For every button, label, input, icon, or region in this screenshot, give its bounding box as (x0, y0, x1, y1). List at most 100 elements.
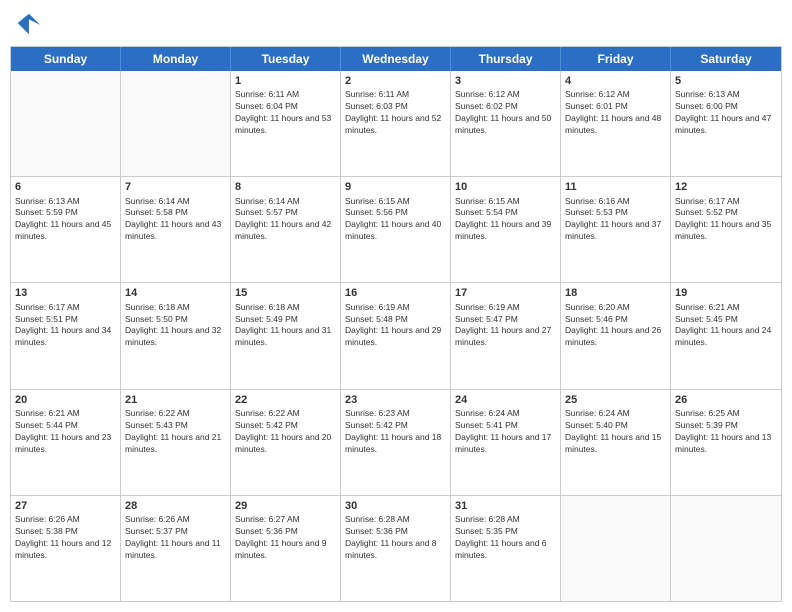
day-number: 17 (455, 286, 556, 300)
calendar-cell: 18 Sunrise: 6:20 AM Sunset: 5:46 PM Dayl… (561, 283, 671, 388)
day-number: 4 (565, 74, 666, 88)
logo (14, 10, 46, 38)
day-number: 13 (15, 286, 116, 300)
page: SundayMondayTuesdayWednesdayThursdayFrid… (0, 0, 792, 612)
cell-detail: Sunrise: 6:15 AM Sunset: 5:56 PM Dayligh… (345, 196, 446, 244)
cell-detail: Sunrise: 6:13 AM Sunset: 5:59 PM Dayligh… (15, 196, 116, 244)
day-number: 10 (455, 180, 556, 194)
calendar-week-row: 27 Sunrise: 6:26 AM Sunset: 5:38 PM Dayl… (11, 496, 781, 601)
cell-detail: Sunrise: 6:25 AM Sunset: 5:39 PM Dayligh… (675, 408, 777, 456)
calendar-cell: 13 Sunrise: 6:17 AM Sunset: 5:51 PM Dayl… (11, 283, 121, 388)
weekday-header: Tuesday (231, 47, 341, 71)
day-number: 29 (235, 499, 336, 513)
cell-detail: Sunrise: 6:15 AM Sunset: 5:54 PM Dayligh… (455, 196, 556, 244)
weekday-header: Wednesday (341, 47, 451, 71)
calendar-cell: 5 Sunrise: 6:13 AM Sunset: 6:00 PM Dayli… (671, 71, 781, 176)
day-number: 3 (455, 74, 556, 88)
day-number: 5 (675, 74, 777, 88)
cell-detail: Sunrise: 6:28 AM Sunset: 5:35 PM Dayligh… (455, 514, 556, 562)
day-number: 27 (15, 499, 116, 513)
cell-detail: Sunrise: 6:18 AM Sunset: 5:50 PM Dayligh… (125, 302, 226, 350)
day-number: 15 (235, 286, 336, 300)
calendar-cell: 10 Sunrise: 6:15 AM Sunset: 5:54 PM Dayl… (451, 177, 561, 282)
cell-detail: Sunrise: 6:20 AM Sunset: 5:46 PM Dayligh… (565, 302, 666, 350)
cell-detail: Sunrise: 6:21 AM Sunset: 5:44 PM Dayligh… (15, 408, 116, 456)
cell-detail: Sunrise: 6:21 AM Sunset: 5:45 PM Dayligh… (675, 302, 777, 350)
cell-detail: Sunrise: 6:24 AM Sunset: 5:41 PM Dayligh… (455, 408, 556, 456)
cell-detail: Sunrise: 6:16 AM Sunset: 5:53 PM Dayligh… (565, 196, 666, 244)
calendar-cell: 11 Sunrise: 6:16 AM Sunset: 5:53 PM Dayl… (561, 177, 671, 282)
calendar-cell: 26 Sunrise: 6:25 AM Sunset: 5:39 PM Dayl… (671, 390, 781, 495)
calendar-cell: 6 Sunrise: 6:13 AM Sunset: 5:59 PM Dayli… (11, 177, 121, 282)
day-number: 11 (565, 180, 666, 194)
calendar-cell: 7 Sunrise: 6:14 AM Sunset: 5:58 PM Dayli… (121, 177, 231, 282)
cell-detail: Sunrise: 6:12 AM Sunset: 6:02 PM Dayligh… (455, 89, 556, 137)
cell-detail: Sunrise: 6:12 AM Sunset: 6:01 PM Dayligh… (565, 89, 666, 137)
calendar-cell (671, 496, 781, 601)
day-number: 26 (675, 393, 777, 407)
calendar-header: SundayMondayTuesdayWednesdayThursdayFrid… (11, 47, 781, 71)
calendar-cell: 16 Sunrise: 6:19 AM Sunset: 5:48 PM Dayl… (341, 283, 451, 388)
calendar-cell: 8 Sunrise: 6:14 AM Sunset: 5:57 PM Dayli… (231, 177, 341, 282)
day-number: 19 (675, 286, 777, 300)
calendar-cell: 22 Sunrise: 6:22 AM Sunset: 5:42 PM Dayl… (231, 390, 341, 495)
day-number: 31 (455, 499, 556, 513)
weekday-header: Monday (121, 47, 231, 71)
calendar-cell: 2 Sunrise: 6:11 AM Sunset: 6:03 PM Dayli… (341, 71, 451, 176)
cell-detail: Sunrise: 6:27 AM Sunset: 5:36 PM Dayligh… (235, 514, 336, 562)
day-number: 14 (125, 286, 226, 300)
day-number: 6 (15, 180, 116, 194)
calendar-week-row: 20 Sunrise: 6:21 AM Sunset: 5:44 PM Dayl… (11, 390, 781, 496)
day-number: 25 (565, 393, 666, 407)
calendar-week-row: 13 Sunrise: 6:17 AM Sunset: 5:51 PM Dayl… (11, 283, 781, 389)
cell-detail: Sunrise: 6:19 AM Sunset: 5:47 PM Dayligh… (455, 302, 556, 350)
cell-detail: Sunrise: 6:14 AM Sunset: 5:57 PM Dayligh… (235, 196, 336, 244)
weekday-header: Saturday (671, 47, 781, 71)
cell-detail: Sunrise: 6:22 AM Sunset: 5:43 PM Dayligh… (125, 408, 226, 456)
day-number: 30 (345, 499, 446, 513)
day-number: 18 (565, 286, 666, 300)
calendar-cell: 31 Sunrise: 6:28 AM Sunset: 5:35 PM Dayl… (451, 496, 561, 601)
calendar-cell: 17 Sunrise: 6:19 AM Sunset: 5:47 PM Dayl… (451, 283, 561, 388)
day-number: 8 (235, 180, 336, 194)
cell-detail: Sunrise: 6:24 AM Sunset: 5:40 PM Dayligh… (565, 408, 666, 456)
calendar-cell: 29 Sunrise: 6:27 AM Sunset: 5:36 PM Dayl… (231, 496, 341, 601)
header (10, 10, 782, 38)
day-number: 24 (455, 393, 556, 407)
calendar-cell: 30 Sunrise: 6:28 AM Sunset: 5:36 PM Dayl… (341, 496, 451, 601)
calendar-cell: 21 Sunrise: 6:22 AM Sunset: 5:43 PM Dayl… (121, 390, 231, 495)
calendar-cell: 9 Sunrise: 6:15 AM Sunset: 5:56 PM Dayli… (341, 177, 451, 282)
calendar-cell: 19 Sunrise: 6:21 AM Sunset: 5:45 PM Dayl… (671, 283, 781, 388)
calendar-cell: 12 Sunrise: 6:17 AM Sunset: 5:52 PM Dayl… (671, 177, 781, 282)
cell-detail: Sunrise: 6:28 AM Sunset: 5:36 PM Dayligh… (345, 514, 446, 562)
cell-detail: Sunrise: 6:14 AM Sunset: 5:58 PM Dayligh… (125, 196, 226, 244)
cell-detail: Sunrise: 6:26 AM Sunset: 5:38 PM Dayligh… (15, 514, 116, 562)
calendar-cell (11, 71, 121, 176)
calendar-week-row: 6 Sunrise: 6:13 AM Sunset: 5:59 PM Dayli… (11, 177, 781, 283)
cell-detail: Sunrise: 6:23 AM Sunset: 5:42 PM Dayligh… (345, 408, 446, 456)
day-number: 22 (235, 393, 336, 407)
calendar-cell: 1 Sunrise: 6:11 AM Sunset: 6:04 PM Dayli… (231, 71, 341, 176)
day-number: 16 (345, 286, 446, 300)
calendar-cell: 28 Sunrise: 6:26 AM Sunset: 5:37 PM Dayl… (121, 496, 231, 601)
calendar-cell: 27 Sunrise: 6:26 AM Sunset: 5:38 PM Dayl… (11, 496, 121, 601)
calendar-cell: 24 Sunrise: 6:24 AM Sunset: 5:41 PM Dayl… (451, 390, 561, 495)
calendar-week-row: 1 Sunrise: 6:11 AM Sunset: 6:04 PM Dayli… (11, 71, 781, 177)
calendar-cell (561, 496, 671, 601)
cell-detail: Sunrise: 6:19 AM Sunset: 5:48 PM Dayligh… (345, 302, 446, 350)
day-number: 21 (125, 393, 226, 407)
cell-detail: Sunrise: 6:17 AM Sunset: 5:51 PM Dayligh… (15, 302, 116, 350)
day-number: 20 (15, 393, 116, 407)
cell-detail: Sunrise: 6:17 AM Sunset: 5:52 PM Dayligh… (675, 196, 777, 244)
day-number: 1 (235, 74, 336, 88)
calendar-cell: 23 Sunrise: 6:23 AM Sunset: 5:42 PM Dayl… (341, 390, 451, 495)
calendar-cell (121, 71, 231, 176)
cell-detail: Sunrise: 6:26 AM Sunset: 5:37 PM Dayligh… (125, 514, 226, 562)
cell-detail: Sunrise: 6:18 AM Sunset: 5:49 PM Dayligh… (235, 302, 336, 350)
calendar-body: 1 Sunrise: 6:11 AM Sunset: 6:04 PM Dayli… (11, 71, 781, 601)
calendar-cell: 3 Sunrise: 6:12 AM Sunset: 6:02 PM Dayli… (451, 71, 561, 176)
cell-detail: Sunrise: 6:13 AM Sunset: 6:00 PM Dayligh… (675, 89, 777, 137)
calendar-cell: 15 Sunrise: 6:18 AM Sunset: 5:49 PM Dayl… (231, 283, 341, 388)
calendar-cell: 20 Sunrise: 6:21 AM Sunset: 5:44 PM Dayl… (11, 390, 121, 495)
day-number: 7 (125, 180, 226, 194)
